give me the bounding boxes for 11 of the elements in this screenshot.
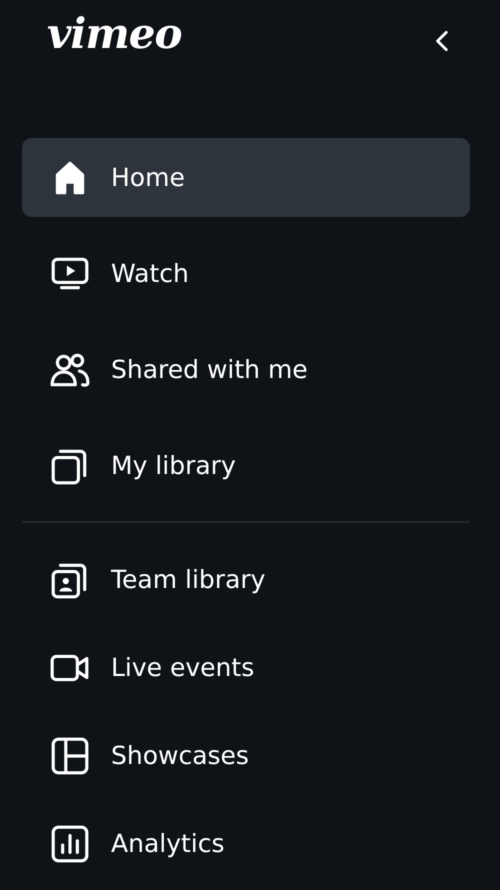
layout-grid-icon [49,734,91,776]
nav-item[interactable]: Watch [22,234,470,313]
nav-item[interactable]: Shared with me [22,330,470,409]
nav-item[interactable]: Team library [22,540,470,619]
logo[interactable]: vimeo [47,13,182,55]
nav-item[interactable]: Showcases [22,716,470,795]
nav-item[interactable]: Live events [22,628,470,707]
nav-item[interactable]: Home [22,138,470,217]
nav-item[interactable]: My library [22,426,470,505]
bar-chart-icon [49,822,91,864]
nav-item[interactable]: Analytics [22,804,470,883]
